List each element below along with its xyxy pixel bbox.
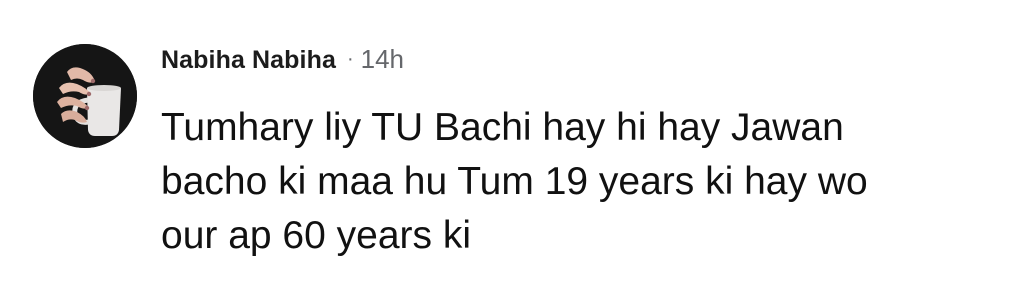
author-name[interactable]: Nabiha Nabiha: [161, 46, 336, 75]
comment-text: Tumhary liy TU Bachi hay hi hay Jawan ba…: [161, 106, 868, 257]
comment: Nabiha Nabiha · 14h Tumhary liy TU Bachi…: [0, 0, 1024, 283]
profile-photo-icon: [33, 44, 137, 148]
meta-separator: ·: [346, 48, 354, 70]
avatar[interactable]: [33, 44, 137, 148]
comment-meta: Nabiha Nabiha · 14h: [161, 44, 1000, 84]
timestamp[interactable]: 14h: [361, 44, 404, 75]
comment-content: Nabiha Nabiha · 14h Tumhary liy TU Bachi…: [161, 44, 1000, 263]
